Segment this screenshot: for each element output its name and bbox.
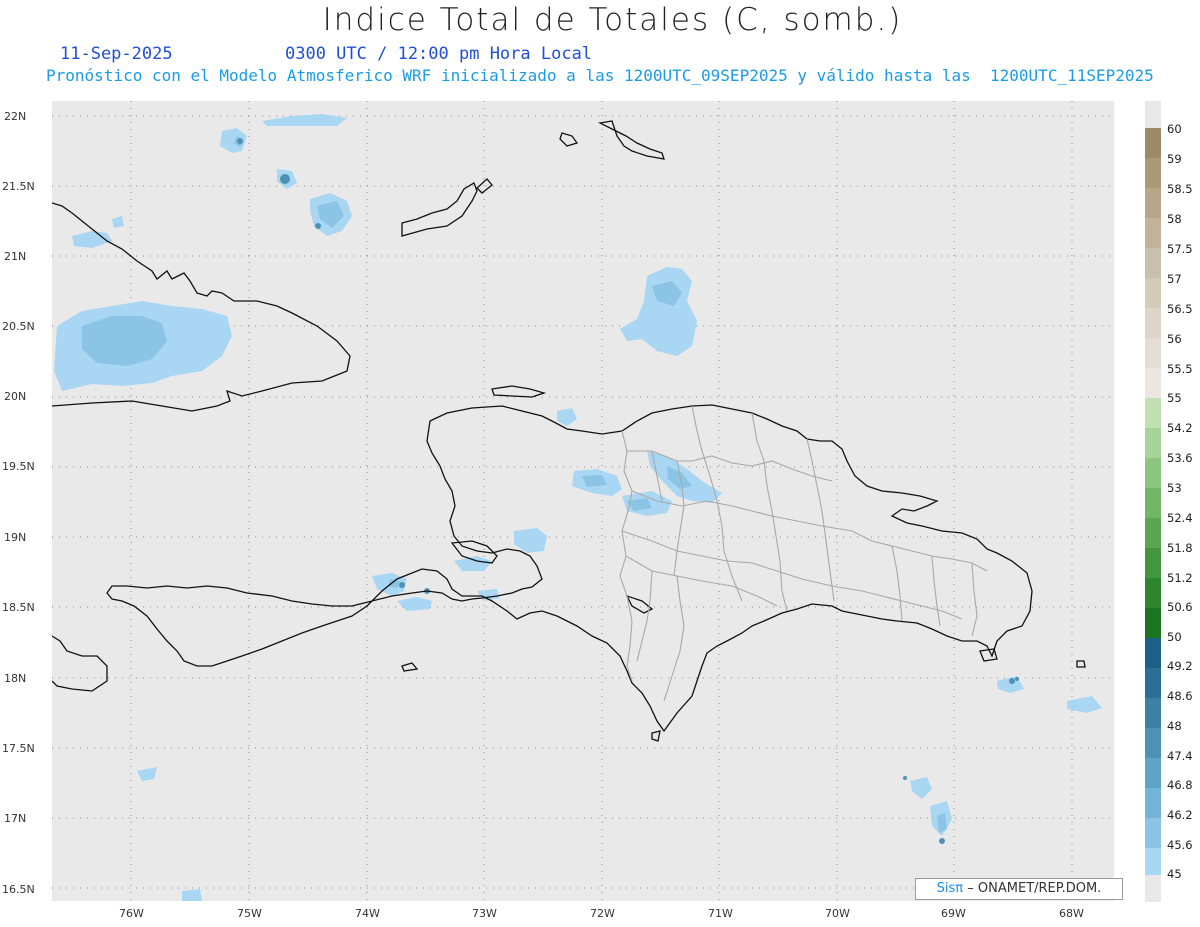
grid-lines xyxy=(52,101,1114,901)
colorbar-label: 53.6 xyxy=(1167,451,1193,465)
lon-label: 70W xyxy=(825,907,850,920)
colorbar-seg xyxy=(1145,875,1161,902)
colorbar-seg xyxy=(1145,488,1161,518)
coastlines xyxy=(51,120,1086,742)
colorbar-seg xyxy=(1145,848,1161,875)
lat-label: 17N xyxy=(4,812,27,825)
colorbar-label: 46.8 xyxy=(1167,778,1193,792)
forecast-time: 0300 UTC / 12:00 pm Hora Local xyxy=(285,44,593,64)
lon-label: 72W xyxy=(590,907,615,920)
colorbar-label: 56 xyxy=(1167,332,1182,346)
colorbar-label: 51.8 xyxy=(1167,541,1193,555)
model-info: Pronóstico con el Modelo Atmosferico WRF… xyxy=(46,66,1154,85)
lon-label: 69W xyxy=(941,907,966,920)
colorbar-seg xyxy=(1145,218,1161,248)
colorbar-seg xyxy=(1145,428,1161,458)
colorbar-label: 46.2 xyxy=(1167,808,1193,822)
colorbar-label: 52.4 xyxy=(1167,511,1193,525)
lat-label: 19N xyxy=(4,531,27,544)
credit-box: Sisπ – ONAMET/REP.DOM. xyxy=(915,878,1123,900)
colorbar-label: 45 xyxy=(1167,867,1182,881)
colorbar-seg xyxy=(1145,668,1161,698)
colorbar-seg xyxy=(1145,818,1161,848)
shaded-areas xyxy=(54,114,1102,901)
lat-label: 17.5N xyxy=(2,742,35,755)
colorbar-seg xyxy=(1145,158,1161,188)
credit-brand: Sisπ xyxy=(936,881,964,896)
colorbar-label: 45.6 xyxy=(1167,838,1193,852)
lon-label: 73W xyxy=(472,907,497,920)
colorbar-seg xyxy=(1145,788,1161,818)
lon-label: 68W xyxy=(1059,907,1084,920)
colorbar-label: 59 xyxy=(1167,152,1182,166)
colorbar-label: 56.5 xyxy=(1167,302,1193,316)
colorbar-seg xyxy=(1145,458,1161,488)
lat-label: 21.5N xyxy=(2,180,35,193)
lon-label: 71W xyxy=(708,907,733,920)
colorbar-seg xyxy=(1145,758,1161,788)
lat-label: 19.5N xyxy=(2,460,35,473)
province-borders xyxy=(619,405,988,702)
map-panel xyxy=(51,101,1114,901)
colorbar-label: 48.6 xyxy=(1167,689,1193,703)
lon-label: 76W xyxy=(119,907,144,920)
lat-label: 21N xyxy=(4,250,27,263)
colorbar-seg xyxy=(1145,188,1161,218)
colorbar-seg xyxy=(1145,638,1161,668)
colorbar-seg xyxy=(1145,398,1161,428)
lat-label: 20.5N xyxy=(2,320,35,333)
colorbar-label: 49.2 xyxy=(1167,659,1193,673)
forecast-date: 11-Sep-2025 xyxy=(60,44,173,64)
colorbar-seg xyxy=(1145,308,1161,338)
colorbar-seg xyxy=(1145,728,1161,758)
colorbar-seg xyxy=(1145,368,1161,398)
colorbar-seg xyxy=(1145,698,1161,728)
lat-label: 16.5N xyxy=(2,883,35,896)
colorbar-label: 60 xyxy=(1167,122,1182,136)
shaded-areas-darker xyxy=(237,138,1019,844)
lon-label: 74W xyxy=(355,907,380,920)
map-title: Indice Total de Totales (C, somb.) xyxy=(322,2,903,38)
colorbar-label: 53 xyxy=(1167,481,1182,495)
colorbar-label: 55 xyxy=(1167,391,1182,405)
colorbar-label: 51.2 xyxy=(1167,571,1193,585)
colorbar-label: 50 xyxy=(1167,630,1182,644)
colorbar-label: 57.5 xyxy=(1167,242,1193,256)
colorbar-label: 55.5 xyxy=(1167,362,1193,376)
lat-label: 18.5N xyxy=(2,601,35,614)
colorbar-seg xyxy=(1145,548,1161,578)
lat-label: 20N xyxy=(4,390,27,403)
colorbar-seg xyxy=(1145,101,1161,128)
colorbar-seg xyxy=(1145,578,1161,608)
colorbar-label: 48 xyxy=(1167,719,1182,733)
colorbar-seg xyxy=(1145,128,1161,158)
lat-label: 18N xyxy=(4,672,27,685)
colorbar-label: 58.5 xyxy=(1167,182,1193,196)
colorbar-seg xyxy=(1145,278,1161,308)
colorbar-label: 47.4 xyxy=(1167,749,1193,763)
colorbar xyxy=(1145,101,1161,902)
colorbar-seg xyxy=(1145,518,1161,548)
colorbar-label: 58 xyxy=(1167,212,1182,226)
colorbar-seg xyxy=(1145,608,1161,638)
colorbar-seg xyxy=(1145,338,1161,368)
lat-label: 22N xyxy=(4,110,27,123)
credit-text: – ONAMET/REP.DOM. xyxy=(967,881,1102,896)
map-canvas xyxy=(51,101,1114,901)
colorbar-seg xyxy=(1145,248,1161,278)
colorbar-label: 50.6 xyxy=(1167,600,1193,614)
colorbar-label: 54.2 xyxy=(1167,421,1193,435)
colorbar-label: 57 xyxy=(1167,272,1182,286)
lon-label: 75W xyxy=(237,907,262,920)
